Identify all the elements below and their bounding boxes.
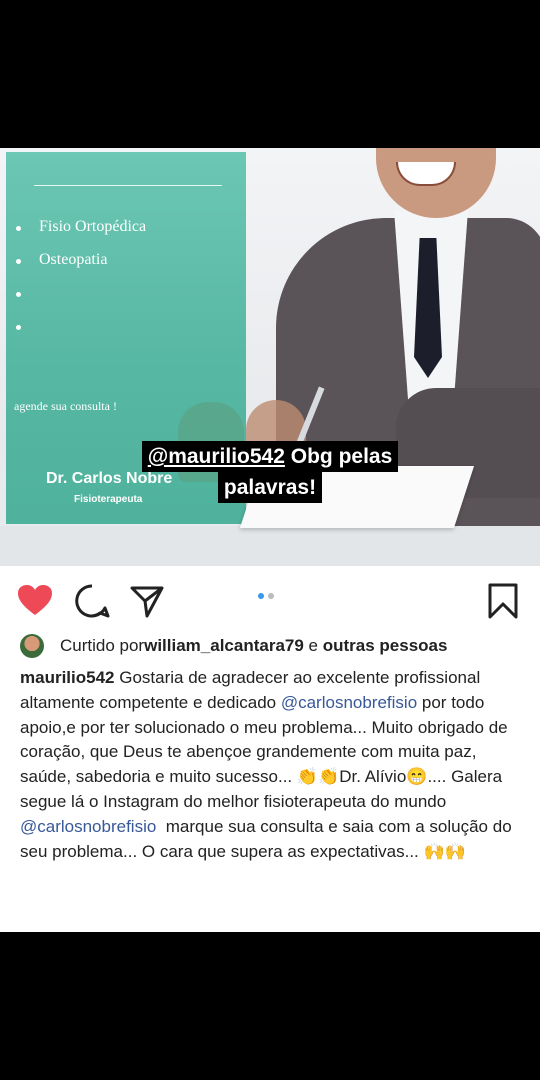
avatar	[20, 634, 44, 658]
caption-line-2: palavras!	[217, 472, 323, 504]
flyer-service-item: Osteopatia	[14, 251, 146, 284]
bookmark-icon[interactable]	[486, 582, 520, 620]
bullet-icon	[16, 226, 21, 231]
liker-username[interactable]: william_alcantara79	[144, 636, 304, 656]
heart-icon[interactable]	[16, 582, 54, 618]
flyer-divider	[34, 185, 222, 186]
caption-mention-link[interactable]: @carlosnobrefisio	[20, 817, 156, 836]
story-caption: @maurilio542 Obg pelas palavras!	[0, 441, 540, 504]
flyer-cta: agende sua consulta !	[14, 399, 117, 413]
action-bar	[0, 566, 540, 634]
bullet-icon	[16, 292, 21, 297]
flyer-service-item: Fisio Ortopédica	[14, 218, 146, 251]
post-caption: maurilio542 Gostaria de agradecer ao exc…	[20, 668, 517, 861]
desk	[0, 526, 540, 568]
screen-bottom-area	[0, 932, 540, 1080]
likes-others-link[interactable]: outras pessoas	[323, 636, 448, 656]
flyer-service-list: Fisio Ortopédica Osteopatia	[14, 218, 146, 350]
bullet-icon	[16, 325, 21, 330]
carousel-dot	[268, 593, 274, 599]
post-panel: Curtido por william_alcantara79 e outras…	[0, 566, 540, 932]
caption-mention[interactable]: @maurilio542	[148, 445, 285, 468]
flyer-service-item	[14, 284, 146, 317]
comment-icon[interactable]	[72, 582, 112, 620]
story-image: Fisio Ortopédica Osteopatia agende sua c…	[0, 148, 540, 568]
caption-username[interactable]: maurilio542	[20, 668, 115, 687]
carousel-indicator	[258, 593, 274, 599]
carousel-dot-active	[258, 593, 264, 599]
likes-row[interactable]: Curtido por william_alcantara79 e outras…	[20, 634, 447, 658]
caption-line-1: @maurilio542 Obg pelas	[141, 441, 399, 473]
flyer-service-item	[14, 317, 146, 350]
share-icon[interactable]	[128, 582, 166, 620]
bullet-icon	[16, 259, 21, 264]
caption-mention-link[interactable]: @carlosnobrefisio	[281, 693, 417, 712]
